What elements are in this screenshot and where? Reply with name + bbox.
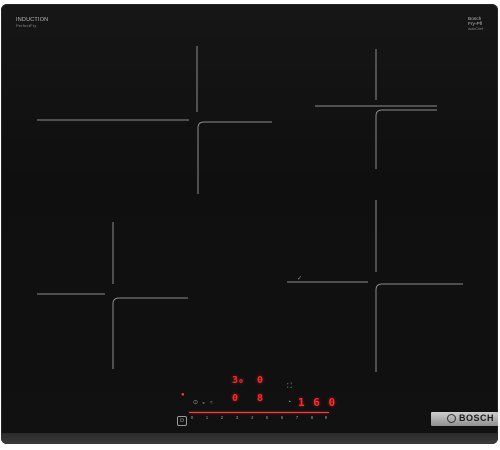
slider-step-2[interactable]: 2 <box>219 415 225 420</box>
indicator-dot: ● <box>181 392 185 398</box>
zone-bottom-left-marking <box>37 222 114 295</box>
brand-plate: BOSCH <box>431 412 498 426</box>
slider-step-5[interactable]: 5 <box>264 415 270 420</box>
zone-display-3[interactable]: 0 <box>232 393 238 404</box>
zone-top-left-marking <box>37 46 198 121</box>
fry-sensor-icon[interactable]: ⊙ <box>193 400 198 406</box>
flex-zone-icon: ✓ <box>297 276 303 282</box>
zone-display-1[interactable]: 3₀ <box>232 375 244 386</box>
boost-icon[interactable]: ◒ <box>202 400 205 406</box>
bosch-logo-icon <box>447 414 456 423</box>
cooking-zone-markings <box>37 46 463 372</box>
timer-display[interactable]: 1 6 0 <box>298 396 336 409</box>
zone-top-center-marking <box>197 121 272 194</box>
zone-display-4[interactable]: 8 <box>257 393 263 404</box>
pan-icon[interactable]: ⛶ <box>287 383 292 390</box>
slider-step-3[interactable]: 3 <box>234 415 240 420</box>
slider-step-4[interactable]: 4 <box>249 415 255 420</box>
zone-bottom-right-lower-marking <box>375 283 463 372</box>
slider-step-0[interactable]: 0 <box>189 415 195 420</box>
slider-track[interactable] <box>189 412 329 413</box>
slider-step-6[interactable]: 6 <box>279 415 285 420</box>
slider-step-9[interactable]: 9 <box>323 415 329 420</box>
zone-display-2[interactable]: 0 <box>257 375 263 386</box>
zone-top-right-marking <box>315 49 437 107</box>
page: INDUCTION PerfectFry Bosch Fry-Pfl AutoC… <box>0 0 500 450</box>
zone-top-right-lower-marking <box>375 109 437 169</box>
timer-icon[interactable]: ◔ <box>287 399 291 406</box>
zone-bottom-right-marking <box>287 200 377 283</box>
wipe-icon[interactable]: ≈ <box>210 400 213 406</box>
slider-step-7[interactable]: 7 <box>294 415 300 420</box>
slider-step-1[interactable]: 1 <box>204 415 210 420</box>
slider-step-8[interactable]: 8 <box>309 415 315 420</box>
brand-name: BOSCH <box>459 413 495 423</box>
induction-cooktop: INDUCTION PerfectFry Bosch Fry-Pfl AutoC… <box>1 4 498 444</box>
zone-bottom-left-lower-marking <box>112 297 188 369</box>
cooktop-front-edge <box>1 433 498 444</box>
power-level-slider[interactable]: 0 1 2 3 4 5 6 7 8 9 <box>173 412 331 426</box>
